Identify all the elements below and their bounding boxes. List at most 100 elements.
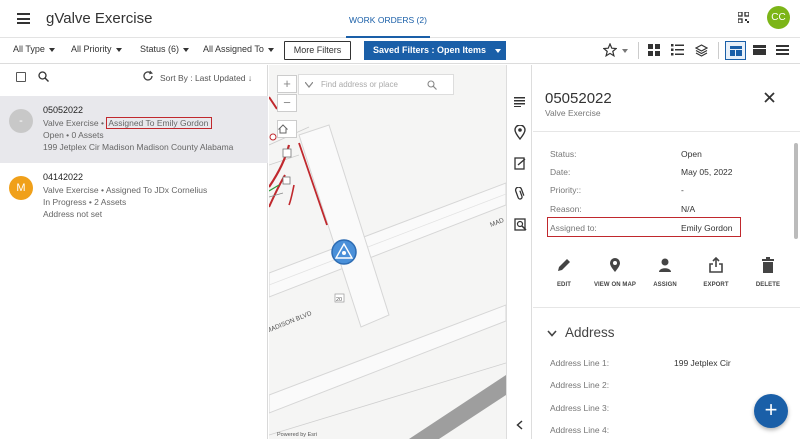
caret-down-icon	[495, 48, 502, 53]
filter-priority-dropdown[interactable]: All Priority	[71, 44, 122, 54]
address-section-header[interactable]: Address	[547, 325, 615, 340]
top-app-bar: gValve Exercise WORK ORDERS (2) CC	[0, 0, 800, 38]
detail-icon-rail	[506, 65, 532, 439]
caret-down-icon[interactable]	[622, 49, 628, 53]
select-all-checkbox[interactable]	[16, 72, 26, 82]
divider	[533, 307, 800, 308]
address-section-title: Address	[565, 325, 615, 340]
split-view-icon	[730, 46, 742, 56]
zoom-in-button[interactable]: +	[277, 75, 297, 93]
grid-view-icon[interactable]	[648, 44, 660, 56]
route-shield-label: 20	[336, 297, 342, 303]
list-toolbar: Sort By : Last Updated ↓	[0, 65, 268, 91]
chevron-left-icon[interactable]	[516, 420, 523, 430]
home-button[interactable]	[277, 120, 297, 138]
list-item-assigned-highlight: Assigned To Emily Gordon	[106, 117, 213, 129]
filter-status-dropdown[interactable]: Status (6)	[140, 44, 190, 54]
filter-type-label: All Type	[13, 44, 45, 54]
list-item-avatar: M	[9, 176, 33, 200]
delete-label: DELETE	[755, 282, 781, 288]
assign-button[interactable]: ASSIGN	[640, 257, 690, 288]
delete-button[interactable]: DELETE	[743, 257, 793, 288]
menu-icon[interactable]	[17, 13, 30, 24]
priority-value: -	[681, 185, 684, 195]
qr-code-icon[interactable]	[738, 12, 749, 23]
map-credit: Powered by Esri	[277, 432, 318, 438]
assign-label: ASSIGN	[653, 282, 677, 288]
plus-icon: +	[764, 397, 778, 422]
app-title: gValve Exercise	[46, 10, 153, 27]
chevron-down-icon	[547, 330, 557, 337]
filter-type-dropdown[interactable]: All Type	[13, 44, 55, 54]
refresh-icon[interactable]	[142, 70, 154, 82]
edit-note-icon[interactable]	[514, 157, 526, 170]
filter-assigned-label: All Assigned To	[203, 44, 264, 54]
search-document-icon[interactable]	[514, 218, 527, 231]
export-label: EXPORT	[703, 282, 729, 288]
edit-button[interactable]: EDIT	[539, 257, 589, 288]
chevron-down-icon[interactable]	[305, 82, 313, 88]
more-filters-button[interactable]: More Filters	[284, 41, 351, 60]
list-item-address: Address not set	[43, 209, 103, 219]
view-on-map-button[interactable]: VIEW ON MAP	[590, 257, 640, 288]
map-view-icon[interactable]	[753, 45, 766, 55]
list-item-assigned: Assigned To JDx Cornelius	[105, 185, 208, 195]
street-label: MAD	[489, 217, 505, 229]
map-search-icon[interactable]	[427, 80, 437, 90]
saved-filters-dropdown[interactable]: Saved Filters : Open Items	[364, 41, 506, 60]
list-item-id: 05052022	[43, 105, 84, 115]
list-item[interactable]: M 04142022 Valve Exercise • Assigned To …	[0, 163, 268, 230]
details-list-icon[interactable]	[514, 97, 525, 107]
layers-icon[interactable]	[695, 44, 708, 57]
add-work-order-button[interactable]: +	[754, 394, 788, 428]
status-label: Status:	[550, 149, 577, 159]
table-view-icon[interactable]	[776, 45, 789, 55]
address-line-4-label: Address Line 4:	[550, 425, 610, 435]
list-view-icon[interactable]	[671, 44, 684, 56]
divider	[718, 42, 719, 59]
location-pin-icon[interactable]	[514, 125, 526, 140]
status-value: Open	[681, 149, 702, 159]
list-item-avatar: -	[9, 109, 33, 133]
attachment-icon[interactable]	[514, 187, 525, 201]
caret-down-icon	[267, 47, 274, 52]
detail-scrollbar[interactable]	[794, 143, 798, 239]
filter-toolbar: All Type All Priority Status (6) All Ass…	[0, 38, 800, 64]
divider	[638, 42, 639, 59]
sort-by-label: Sort By : Last Updated	[160, 73, 246, 83]
export-button[interactable]: EXPORT	[691, 256, 741, 288]
map-view[interactable]: MADISON BLVD MAD 20 + − Find address or …	[269, 65, 506, 439]
work-order-list-panel: Sort By : Last Updated ↓ - 05052022 Valv…	[0, 65, 268, 439]
list-item[interactable]: - 05052022 Valve Exercise • Assigned To …	[0, 96, 268, 163]
star-icon[interactable]	[603, 43, 617, 57]
priority-label: Priority::	[550, 185, 582, 195]
list-item-asset: Valve Exercise •	[43, 185, 104, 195]
assigned-to-label: Assigned to:	[550, 223, 597, 233]
sort-by-dropdown[interactable]: Sort By : Last Updated ↓	[160, 73, 252, 83]
list-item-status: Open • 0 Assets	[43, 130, 104, 140]
reason-label: Reason:	[550, 204, 582, 214]
edit-label: EDIT	[556, 282, 572, 288]
street-label: MADISON BLVD	[269, 310, 313, 335]
tab-work-orders[interactable]: WORK ORDERS (2)	[346, 0, 430, 38]
address-line-1-value: 199 Jetplex Cir	[674, 358, 731, 368]
work-order-detail-panel: 05052022 Valve Exercise Status: Open Dat…	[533, 65, 800, 439]
map-pin-icon	[610, 258, 620, 272]
split-view-button[interactable]	[725, 41, 746, 60]
close-icon[interactable]	[764, 92, 775, 103]
export-icon	[709, 256, 723, 273]
zoom-out-button[interactable]: −	[277, 94, 297, 112]
caret-down-icon	[115, 47, 122, 52]
user-avatar[interactable]: CC	[767, 6, 790, 29]
list-item-status: In Progress • 2 Assets	[43, 197, 127, 207]
address-line-2-label: Address Line 2:	[550, 380, 610, 390]
date-label: Date:	[550, 167, 571, 177]
list-item-address: 199 Jetplex Cir Madison Madison County A…	[43, 142, 234, 152]
caret-down-icon	[48, 47, 55, 52]
trash-icon	[762, 257, 774, 273]
map-search-placeholder: Find address or place	[321, 80, 398, 89]
reason-value: N/A	[681, 204, 696, 214]
detail-subtitle: Valve Exercise	[545, 108, 601, 118]
filter-assigned-dropdown[interactable]: All Assigned To	[203, 44, 274, 54]
search-icon[interactable]	[38, 71, 49, 82]
